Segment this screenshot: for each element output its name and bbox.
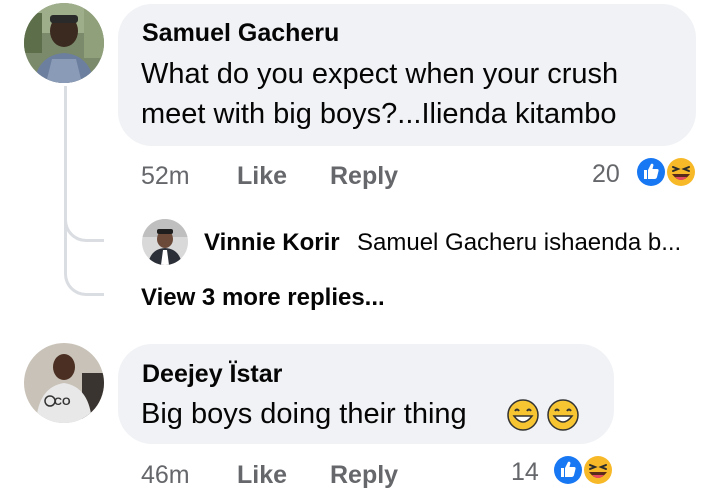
reply-button[interactable]: Reply: [330, 162, 398, 191]
avatar[interactable]: [24, 3, 104, 83]
grinning-emoji: [507, 399, 539, 431]
comment-text-line-2: meet with big boys?...Ilienda kitambo: [141, 98, 617, 130]
comment-text-line-1: What do you expect when your crush: [141, 58, 619, 90]
like-icon[interactable]: [634, 155, 668, 189]
svg-text:CO: CO: [54, 396, 71, 408]
reaction-count[interactable]: 14: [511, 458, 539, 487]
comment-timestamp[interactable]: 52m: [141, 162, 190, 191]
like-icon[interactable]: [551, 453, 585, 487]
avatar[interactable]: CO: [24, 343, 104, 423]
avatar-photo: CO: [24, 343, 104, 423]
like-button[interactable]: Like: [237, 461, 287, 490]
comment-author[interactable]: Deejey Ïstar: [142, 360, 282, 389]
laugh-icon[interactable]: [664, 155, 698, 189]
thread-connector-more: [64, 236, 104, 296]
like-button[interactable]: Like: [237, 162, 287, 191]
laugh-icon[interactable]: [581, 453, 615, 487]
view-more-replies-link[interactable]: View 3 more replies...: [141, 284, 385, 312]
comment-text: Big boys doing their thing: [141, 398, 467, 430]
comment-author[interactable]: Samuel Gacheru: [142, 19, 339, 48]
reaction-count[interactable]: 20: [592, 160, 620, 189]
reply-avatar[interactable]: [142, 219, 188, 265]
reply-button[interactable]: Reply: [330, 461, 398, 490]
reply-avatar-photo: [142, 219, 188, 265]
avatar-photo: [24, 3, 104, 83]
reply-text-preview[interactable]: Samuel Gacheru ishaenda b...: [357, 229, 681, 257]
reply-author[interactable]: Vinnie Korir: [204, 229, 340, 257]
comment-timestamp[interactable]: 46m: [141, 461, 190, 490]
grinning-emoji: [547, 399, 579, 431]
